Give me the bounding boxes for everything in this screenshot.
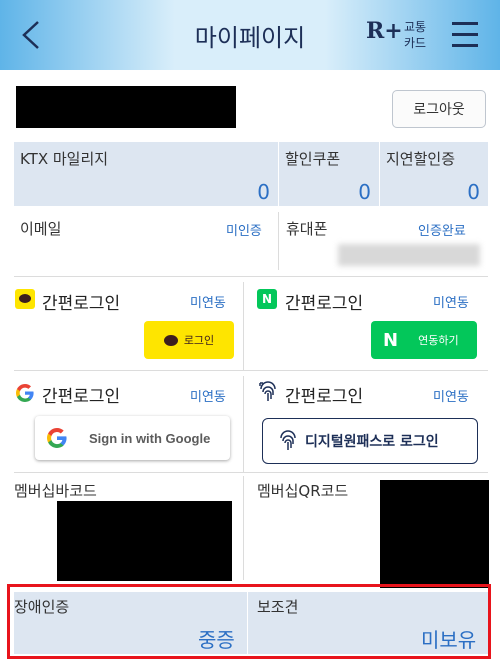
stat-label: 지연할인증 [386,150,456,168]
stat-label: KTX 마일리지 [20,150,109,168]
hamburger-menu-icon[interactable] [450,18,482,50]
logo-mark: R+ [366,18,403,44]
user-name-redacted [16,86,236,128]
membership-qr-redacted [380,480,489,588]
kakao-login-button-label: 로그인 [183,334,215,347]
onepass-login-status: 미연동 [433,390,469,405]
kakao-icon [15,289,35,309]
stat-value: 0 [467,180,480,204]
digital-onepass-login-label: 디지털원패스로 로그인 [305,434,439,450]
kakao-login-label: 간편로그인 [42,294,121,314]
logo-text-top: 교통 [404,20,427,34]
fingerprint-icon [280,430,296,450]
membership-barcode-label: 멤버십바코드 [14,482,97,500]
fingerprint-icon [259,381,276,401]
google-icon [47,428,67,448]
divider [14,370,488,371]
divider [243,376,244,472]
naver-icon: N [257,289,277,309]
logo-text-bottom: 카드 [404,36,427,50]
digital-onepass-login-button[interactable]: 디지털원패스로 로그인 [262,418,478,464]
divider [243,476,244,580]
logout-button[interactable]: 로그아웃 [392,90,486,128]
google-icon [16,384,34,402]
divider [14,276,488,277]
stat-ktx-mileage[interactable]: KTX 마일리지 0 [14,142,278,206]
stat-delay-discount[interactable]: 지연할인증 0 [380,142,488,206]
stat-value: 0 [358,180,371,204]
email-label: 이메일 [20,220,62,238]
phone-number-blurred [338,244,480,266]
google-sign-in-button[interactable]: Sign in with Google [35,416,230,460]
membership-qr-label: 멤버십QR코드 [257,482,349,500]
divider [278,212,279,270]
kakao-login-status: 미연동 [190,296,226,311]
email-status[interactable]: 미인증 [226,220,262,239]
phone-status: 인증완료 [418,224,466,239]
onepass-login-label: 간편로그인 [285,387,364,407]
naver-link-button-label: 연동하기 [418,334,459,347]
google-sign-in-label: Sign in with Google [89,430,211,446]
google-login-label: 간편로그인 [42,387,121,407]
kakao-login-button[interactable]: 로그인 [144,321,234,359]
naver-login-status: 미연동 [433,296,469,311]
app-header: 마이페이지 R+ 교통 카드 [0,0,500,70]
stat-discount-coupon[interactable]: 할인쿠폰 0 [279,142,379,206]
divider [243,282,244,370]
stat-value: 0 [257,180,270,204]
kakao-bubble-icon [163,334,178,346]
divider [14,472,488,473]
stats-panel: KTX 마일리지 0 할인쿠폰 0 지연할인증 0 [14,142,488,206]
naver-login-label: 간편로그인 [285,294,364,314]
phone-label: 휴대폰 [286,220,328,238]
google-login-status: 미연동 [190,390,226,405]
membership-barcode-redacted [57,501,232,581]
naver-link-button[interactable]: N 연동하기 [371,321,477,359]
highlight-box [7,584,491,659]
rail-plus-logo: R+ 교통 카드 [366,18,436,52]
naver-n-mark: N [383,329,399,351]
stat-label: 할인쿠폰 [285,150,341,168]
